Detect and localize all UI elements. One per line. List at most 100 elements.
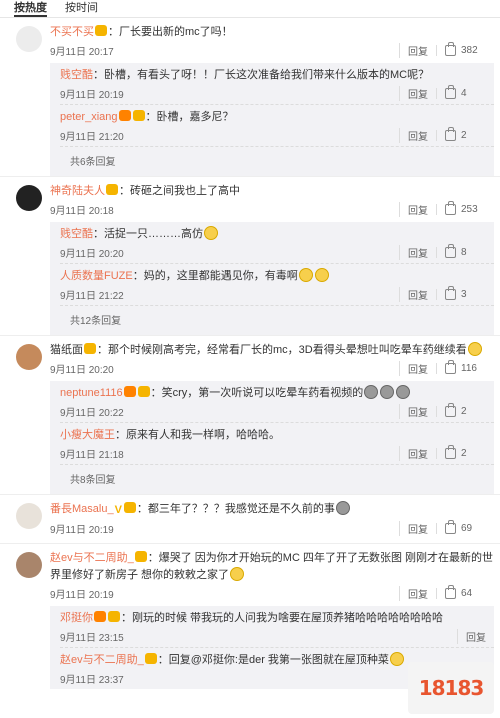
- like-button[interactable]: 253: [436, 200, 494, 215]
- avatar[interactable]: [16, 552, 42, 578]
- like-count: 3: [461, 288, 467, 300]
- comment-time: 9月11日 20:18: [50, 205, 114, 217]
- like-count: 8: [461, 246, 467, 258]
- thumbs-up-icon: [445, 200, 456, 215]
- more-replies-link[interactable]: 共8条回复: [60, 465, 494, 494]
- reply-time: 9月11日 21:20: [60, 131, 124, 143]
- sort-bar: 按热度 按时间: [0, 0, 500, 18]
- sort-by-hot-tab[interactable]: 按热度: [14, 0, 47, 17]
- more-replies-link[interactable]: 共6条回复: [60, 147, 494, 176]
- emoji-icon: [204, 226, 218, 240]
- reply-time: 9月11日 21:22: [60, 290, 124, 302]
- reply-button[interactable]: 回复: [399, 286, 436, 302]
- sort-by-time-tab[interactable]: 按时间: [65, 0, 98, 17]
- avatar[interactable]: [16, 185, 42, 211]
- emoji-icon: [364, 385, 379, 399]
- comment-text: ：厂长要出新的mc了吗！: [108, 26, 233, 38]
- member-badge-icon: [144, 653, 157, 664]
- reply-username[interactable]: 贱空酷: [60, 228, 93, 240]
- reply-button[interactable]: 回复: [399, 42, 436, 58]
- avatar[interactable]: [16, 503, 42, 529]
- like-count: 253: [461, 203, 478, 215]
- reply-button[interactable]: 回复: [399, 85, 436, 101]
- thumbs-up-icon: [445, 41, 456, 56]
- comment-list: 不买不买 ：厂长要出新的mc了吗！ 9月11日 20:17 回复 382 贱空酷：…: [0, 18, 500, 689]
- reply-username[interactable]: 贱空酷: [60, 69, 93, 81]
- like-button[interactable]: 382: [436, 41, 494, 56]
- reply-button[interactable]: 回复: [399, 520, 436, 536]
- reply-button[interactable]: 回复: [399, 127, 436, 143]
- emoji-icon: [335, 501, 350, 515]
- thumbs-up-icon: [445, 402, 456, 417]
- like-count: 2: [461, 129, 467, 141]
- reply-username[interactable]: 小瘦大魔王: [60, 429, 115, 441]
- thumbs-up-icon: [445, 126, 456, 141]
- avatar[interactable]: [16, 344, 42, 370]
- thumbs-up-icon: [445, 359, 456, 374]
- like-button[interactable]: 2: [436, 402, 494, 417]
- more-replies-link[interactable]: 共12条回复: [60, 306, 494, 335]
- emoji-icon: [230, 567, 245, 581]
- thumbs-up-icon: [445, 584, 456, 599]
- like-button[interactable]: 3: [436, 285, 494, 300]
- reply-text: ：卧槽，嘉多尼？: [145, 111, 234, 123]
- reply-item: 邓挺你 ：刚玩的时候 带我玩的人问我为啥要在屋顶养猪哈哈哈哈哈哈哈哈 9月11日 …: [60, 606, 494, 648]
- like-count: 4: [461, 87, 467, 99]
- like-button[interactable]: 69: [436, 519, 494, 534]
- comment-username[interactable]: 猫纸面: [50, 344, 83, 356]
- reply-list: 贱空酷：卧槽，有看头了呀！！厂长这次准备给我们带来什么版本的MC呢？ 9月11日…: [50, 63, 494, 176]
- reply-username[interactable]: 赵ev与不二周助_: [60, 654, 144, 666]
- reply-button[interactable]: 回复: [399, 445, 436, 461]
- comment-username[interactable]: 番長Masalu_: [50, 503, 114, 515]
- reply-username[interactable]: 人质数量FUZE: [60, 270, 133, 282]
- reply-username[interactable]: peter_xiang: [60, 111, 118, 123]
- comment-username[interactable]: 神奇陆夫人: [50, 185, 105, 197]
- thumbs-up-icon: [445, 519, 456, 534]
- reply-text: ：笑cry，第一次听说可以吃晕车药看视频的: [150, 387, 364, 399]
- comment-line: 不买不买 ：厂长要出新的mc了吗！: [50, 24, 494, 41]
- verified-v-icon: V: [114, 504, 122, 516]
- avatar[interactable]: [16, 26, 42, 52]
- like-button[interactable]: 2: [436, 126, 494, 141]
- reply-time: 9月11日 21:18: [60, 449, 124, 461]
- emoji-icon: [314, 268, 329, 282]
- reply-button[interactable]: 回复: [457, 628, 494, 644]
- vip-star-icon: [123, 386, 136, 397]
- comment-thread: 番長Masalu_V ：都三年了？？？我感觉还是不久前的事 9月11日 20:19…: [0, 495, 500, 544]
- comment-time: 9月11日 20:19: [50, 524, 114, 536]
- reply-username[interactable]: neptune1116: [60, 387, 123, 399]
- comment-text: ：都三年了？？？我感觉还是不久前的事: [136, 503, 335, 515]
- comment-time: 9月11日 20:20: [50, 364, 114, 376]
- like-button[interactable]: 2: [436, 444, 494, 459]
- member-badge-icon: [132, 110, 145, 121]
- comment-username[interactable]: 赵ev与不二周助_: [50, 552, 134, 564]
- emoji-icon: [396, 385, 411, 399]
- like-button[interactable]: 116: [436, 359, 494, 374]
- reply-button[interactable]: 回复: [399, 244, 436, 260]
- member-badge-icon: [108, 611, 120, 622]
- like-button[interactable]: 4: [436, 84, 494, 99]
- comment-time: 9月11日 20:19: [50, 589, 114, 601]
- reply-time: 9月11日 20:19: [60, 89, 124, 101]
- comment-thread: 猫纸面 ：那个时候刚高考完，经常看厂长的mc，3D看得头晕想吐叫吃晕车药继续看 9…: [0, 336, 500, 495]
- comment-thread: 不买不买 ：厂长要出新的mc了吗！ 9月11日 20:17 回复 382 贱空酷：…: [0, 18, 500, 177]
- reply-text: ：活捉一只………高仿: [93, 228, 203, 240]
- reply-username[interactable]: 邓挺你: [60, 612, 93, 624]
- like-button[interactable]: 8: [436, 243, 494, 258]
- reply-button[interactable]: 回复: [399, 403, 436, 419]
- comment-thread: 神奇陆夫人 ：砖砸之间我也上了高中 9月11日 20:18 回复 253 贱空酷：…: [0, 177, 500, 336]
- member-badge-icon: [123, 502, 136, 513]
- like-count: 382: [461, 44, 478, 56]
- reply-button[interactable]: 回复: [399, 360, 436, 376]
- reply-button[interactable]: 回复: [399, 585, 436, 601]
- reply-button[interactable]: 回复: [399, 201, 436, 217]
- site-watermark-logo: 18183: [408, 662, 494, 714]
- reply-time: 9月11日 23:15: [60, 632, 124, 644]
- like-button[interactable]: 64: [436, 584, 494, 599]
- like-count: 116: [461, 362, 477, 374]
- reply-text: ：卧槽，有看头了呀！！厂长这次准备给我们带来什么版本的MC呢？: [93, 69, 430, 81]
- comment-username[interactable]: 不买不买: [50, 26, 94, 38]
- member-badge-icon: [95, 25, 107, 36]
- reply-item: 贱空酷：卧槽，有看头了呀！！厂长这次准备给我们带来什么版本的MC呢？ 9月11日…: [60, 63, 494, 105]
- like-count: 69: [461, 522, 473, 534]
